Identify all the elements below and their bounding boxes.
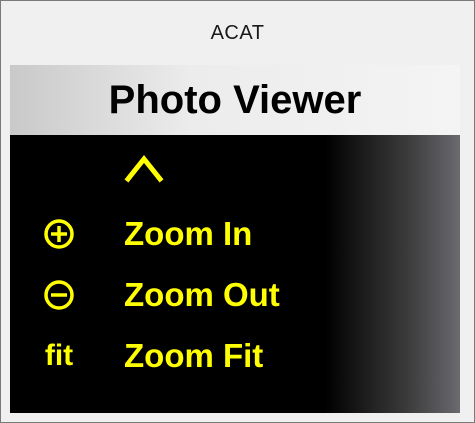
- title-bar[interactable]: ACAT: [1, 1, 474, 65]
- window-title: ACAT: [210, 21, 265, 44]
- panel-header: Photo Viewer: [10, 65, 460, 135]
- menu-list: Zoom In Zoom Out fit Zoom Fit: [10, 135, 460, 413]
- zoom-out-button[interactable]: Zoom Out: [10, 266, 460, 324]
- chevron-up-icon: [124, 139, 164, 197]
- fit-icon-text: fit: [44, 339, 74, 372]
- zoom-in-icon: [40, 205, 78, 263]
- zoom-in-label: Zoom In: [124, 215, 253, 252]
- zoom-fit-label: Zoom Fit: [124, 337, 264, 374]
- photo-viewer-panel: Photo Viewer Zoom In Zoom Out fit Zoom F…: [10, 65, 460, 413]
- scroll-up-button[interactable]: [10, 139, 460, 197]
- zoom-fit-button[interactable]: fit Zoom Fit: [10, 327, 460, 385]
- fit-icon: fit: [40, 327, 78, 385]
- panel-title: Photo Viewer: [108, 77, 362, 122]
- zoom-out-icon: [40, 266, 78, 324]
- acat-window: ACAT Photo Viewer Zoom In Zoom Out fit Z…: [0, 0, 475, 423]
- zoom-in-button[interactable]: Zoom In: [10, 205, 460, 263]
- zoom-out-label: Zoom Out: [124, 276, 280, 313]
